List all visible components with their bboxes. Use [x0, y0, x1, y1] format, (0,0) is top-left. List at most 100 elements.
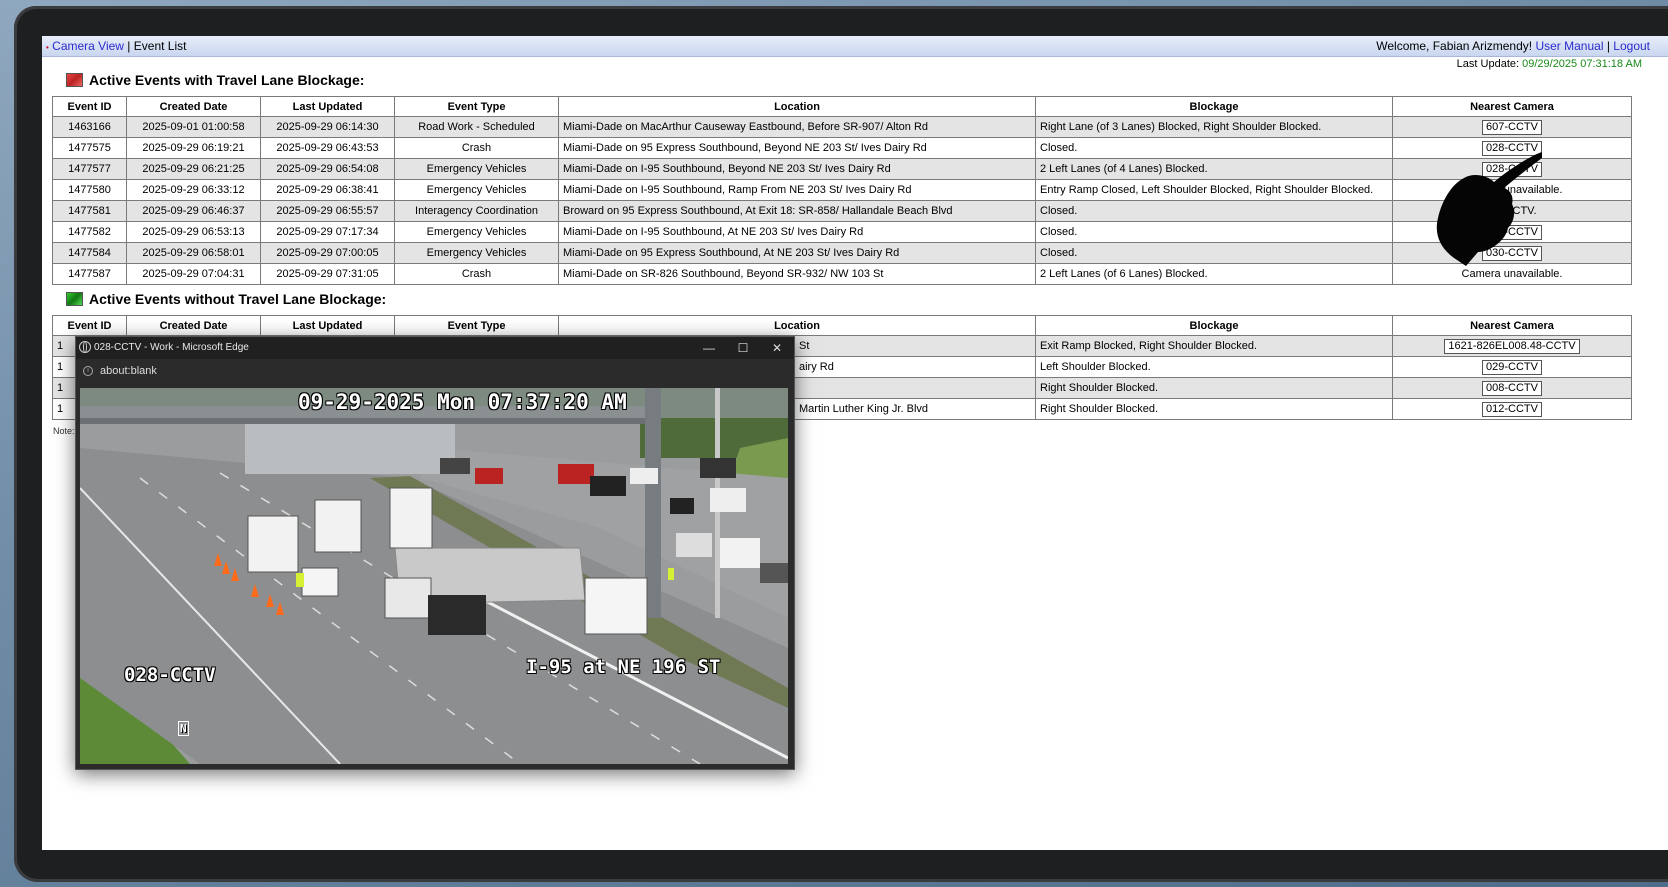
location-cell: Broward on 95 Express Southbound, At Exi… — [558, 200, 1036, 222]
location-cell: Miami-Dade on I-95 Southbound, At NE 203… — [558, 221, 1036, 243]
blockage-cell: Closed. — [1035, 137, 1393, 159]
created-date-cell: 2025-09-29 06:53:13 — [126, 221, 261, 243]
table-row: 1477582 2025-09-29 06:53:13 2025-09-29 07:… — [52, 221, 1632, 243]
event-type-cell: Emergency Vehicles — [394, 221, 559, 243]
popup-address-bar[interactable]: i about:blank — [76, 359, 794, 383]
last-updated-cell: 2025-09-29 06:55:57 — [260, 200, 395, 222]
camera-button[interactable]: 012-CCTV — [1482, 401, 1542, 417]
event-type-cell: Emergency Vehicles — [394, 158, 559, 180]
location-cell: Miami-Dade on 95 Express Southbound, Bey… — [558, 137, 1036, 159]
table-note: Note: — [53, 426, 75, 436]
camera-view-link[interactable]: Camera View — [52, 39, 124, 53]
feed-timestamp: 09-29-2025 Mon 07:37:20 AM — [298, 390, 627, 414]
feed-location: I-95 at NE 196 ST — [526, 656, 721, 678]
event-type-cell: Emergency Vehicles — [394, 242, 559, 264]
col-event-type[interactable]: Event Type — [394, 96, 559, 117]
blockage-cell: Left Shoulder Blocked. — [1035, 356, 1393, 378]
popup-titlebar[interactable]: 028-CCTV - Work - Microsoft Edge — ☐ ✕ — [76, 337, 794, 359]
location-cell: Miami-Dade on I-95 Southbound, Beyond NE… — [558, 158, 1036, 180]
nav-links: • Camera View | Event List — [46, 36, 186, 58]
blockage-cell: 2 Left Lanes (of 4 Lanes) Blocked. — [1035, 158, 1393, 180]
event-type-cell: Crash — [394, 137, 559, 159]
table-row: 1477584 2025-09-29 06:58:01 2025-09-29 07:… — [52, 242, 1632, 264]
nonblocking-title: Active Events without Travel Lane Blocka… — [89, 291, 387, 307]
welcome-text: Welcome, Fabian Arizmendy! — [1376, 39, 1533, 53]
user-manual-link[interactable]: User Manual — [1535, 39, 1603, 53]
close-icon[interactable]: ✕ — [760, 337, 794, 359]
last-update-label: Last Update: — [1456, 58, 1520, 70]
table-row: 1477577 2025-09-29 06:21:25 2025-09-29 06:… — [52, 158, 1632, 180]
col-created-date[interactable]: Created Date — [126, 315, 261, 336]
event-type-cell: Interagency Coordination — [394, 200, 559, 222]
maximize-icon[interactable]: ☐ — [726, 337, 760, 359]
col-nearest-camera[interactable]: Nearest Camera — [1392, 96, 1632, 117]
camera-button[interactable]: 029-CCTV — [1482, 359, 1542, 375]
nav-bullet-icon: • — [46, 43, 49, 52]
col-blockage[interactable]: Blockage — [1035, 315, 1393, 336]
event-id-cell: 1477584 — [52, 242, 127, 264]
created-date-cell: 2025-09-29 06:33:12 — [126, 179, 261, 201]
col-created-date[interactable]: Created Date — [126, 96, 261, 117]
table-row: 1477581 2025-09-29 06:46:37 2025-09-29 06:… — [52, 200, 1632, 222]
col-blockage[interactable]: Blockage — [1035, 96, 1393, 117]
col-event-id[interactable]: Event ID — [52, 96, 127, 117]
col-event-type[interactable]: Event Type — [394, 315, 559, 336]
table-row: 1477580 2025-09-29 06:33:12 2025-09-29 06:… — [52, 179, 1632, 201]
table-row: 1477587 2025-09-29 07:04:31 2025-09-29 07:… — [52, 263, 1632, 285]
last-updated-cell: 2025-09-29 07:00:05 — [260, 242, 395, 264]
event-type-cell: Crash — [394, 263, 559, 285]
user-area: Welcome, Fabian Arizmendy! User Manual |… — [1376, 36, 1650, 56]
camera-button[interactable]: 607-CCTV — [1482, 119, 1542, 135]
globe-icon — [79, 341, 91, 353]
blockage-cell: Closed. — [1035, 200, 1393, 222]
top-nav-bar: • Camera View | Event List Welcome, Fabi… — [42, 36, 1668, 57]
nearest-camera-cell: 008-CCTV — [1392, 377, 1632, 399]
event-id-cell: 1463166 — [52, 116, 127, 138]
camera-popup-window[interactable]: 028-CCTV - Work - Microsoft Edge — ☐ ✕ i… — [75, 336, 795, 770]
created-date-cell: 2025-09-29 06:21:25 — [126, 158, 261, 180]
col-last-updated[interactable]: Last Updated — [260, 96, 395, 117]
blockage-cell: Right Shoulder Blocked. — [1035, 377, 1393, 399]
info-icon[interactable]: i — [83, 366, 93, 376]
location-cell: Miami-Dade on MacArthur Causeway Eastbou… — [558, 116, 1036, 138]
location-cell: Miami-Dade on 95 Express Southbound, At … — [558, 242, 1036, 264]
last-updated-cell: 2025-09-29 06:54:08 — [260, 158, 395, 180]
lane-blocked-icon — [66, 73, 83, 87]
last-updated-cell: 2025-09-29 07:31:05 — [260, 263, 395, 285]
last-update-value: 09/29/2025 07:31:18 AM — [1522, 58, 1642, 70]
col-last-updated[interactable]: Last Updated — [260, 315, 395, 336]
nearest-camera-cell: 029-CCTV — [1392, 356, 1632, 378]
col-location[interactable]: Location — [558, 315, 1036, 336]
table-header-row: Event ID Created Date Last Updated Event… — [52, 96, 1632, 117]
col-nearest-camera[interactable]: Nearest Camera — [1392, 315, 1632, 336]
event-type-cell: Emergency Vehicles — [394, 179, 559, 201]
table-header-row: Event ID Created Date Last Updated Event… — [52, 315, 1632, 336]
table-row: 1463166 2025-09-01 01:00:58 2025-09-29 06:… — [52, 116, 1632, 138]
col-event-id[interactable]: Event ID — [52, 315, 127, 336]
camera-feed-image: 09-29-2025 Mon 07:37:20 AM 028-CCTV I-95… — [80, 388, 788, 764]
location-cell: Miami-Dade on I-95 Southbound, Ramp From… — [558, 179, 1036, 201]
blockage-cell: Right Lane (of 3 Lanes) Blocked, Right S… — [1035, 116, 1393, 138]
event-id-cell: 1477587 — [52, 263, 127, 285]
nav-separator: | — [123, 39, 134, 53]
minimize-icon[interactable]: — — [692, 337, 726, 359]
popup-url[interactable]: about:blank — [100, 359, 157, 383]
event-id-cell: 1477577 — [52, 158, 127, 180]
camera-button[interactable]: 1621-826EL008.48-CCTV — [1444, 338, 1580, 354]
nearest-camera-cell: 1621-826EL008.48-CCTV — [1392, 335, 1632, 357]
created-date-cell: 2025-09-29 06:58:01 — [126, 242, 261, 264]
location-cell: Miami-Dade on SR-826 Southbound, Beyond … — [558, 263, 1036, 285]
user-sep: | — [1606, 39, 1610, 53]
event-type-cell: Road Work - Scheduled — [394, 116, 559, 138]
camera-button[interactable]: 008-CCTV — [1482, 380, 1542, 396]
event-list-link[interactable]: Event List — [134, 39, 187, 53]
last-updated-cell: 2025-09-29 07:17:34 — [260, 221, 395, 243]
col-location[interactable]: Location — [558, 96, 1036, 117]
blockage-cell: Entry Ramp Closed, Left Shoulder Blocked… — [1035, 179, 1393, 201]
pointing-hand-icon — [1436, 152, 1542, 266]
feed-camera-id: 028-CCTV — [124, 664, 216, 686]
logout-link[interactable]: Logout — [1613, 39, 1650, 53]
created-date-cell: 2025-09-29 06:19:21 — [126, 137, 261, 159]
last-update: Last Update: 09/29/2025 07:31:18 AM — [1457, 58, 1642, 70]
event-id-cell: 1477575 — [52, 137, 127, 159]
